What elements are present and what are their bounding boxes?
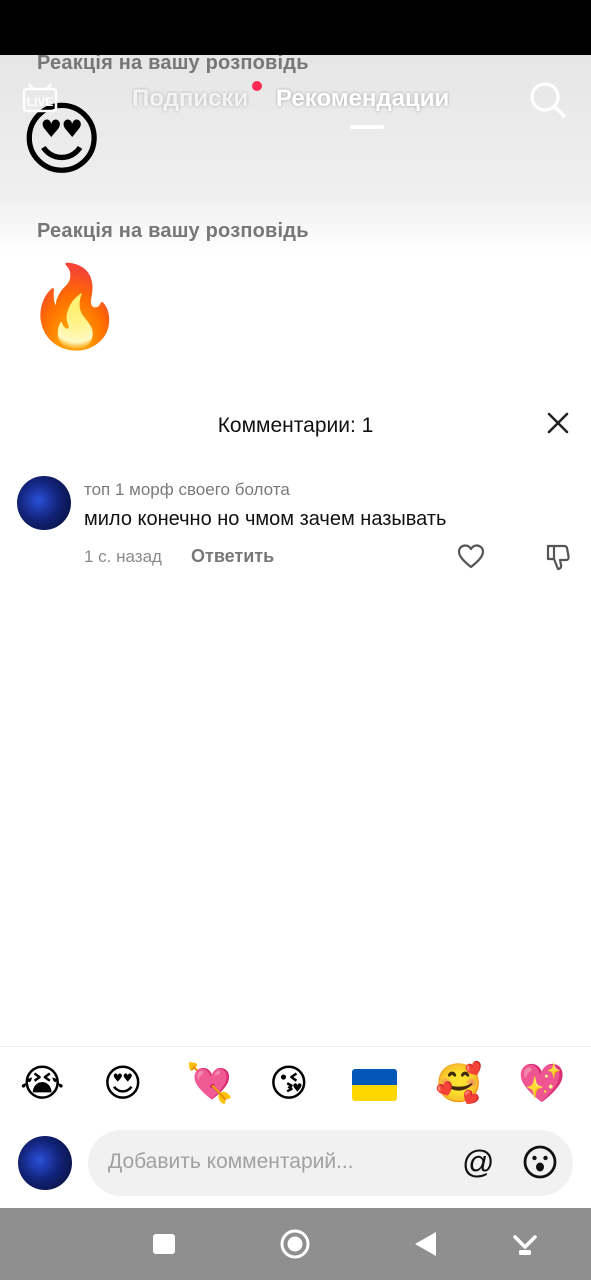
down-arrow-icon[interactable] bbox=[513, 1235, 537, 1255]
square-icon[interactable] bbox=[153, 1234, 175, 1254]
back-icon[interactable] bbox=[415, 1232, 436, 1256]
live-icon[interactable]: LIVE bbox=[22, 83, 60, 113]
flag-blue bbox=[352, 1069, 397, 1085]
emoji-icon[interactable] bbox=[522, 1144, 558, 1185]
search-icon[interactable] bbox=[528, 80, 568, 125]
mention-button[interactable]: @ bbox=[462, 1144, 494, 1181]
comments-title: Комментарии: 1 bbox=[217, 414, 374, 437]
quick-emoji-kiss[interactable]: 😘 bbox=[269, 1065, 309, 1103]
comment-time: 1 с. назад bbox=[84, 547, 162, 566]
active-tab-indicator bbox=[350, 125, 384, 129]
tab-recommended[interactable]: Рекомендации bbox=[276, 85, 449, 113]
avatar[interactable] bbox=[17, 476, 71, 530]
fire-emoji: 🔥 bbox=[25, 262, 125, 351]
reply-button[interactable]: Ответить bbox=[191, 546, 274, 567]
system-navigation-bar bbox=[0, 1208, 591, 1280]
quick-emoji-crying[interactable]: 😭 bbox=[20, 1065, 64, 1103]
comment-text: мило конечно но чмом зачем называть bbox=[84, 508, 447, 530]
tab-following[interactable]: Подписки bbox=[132, 85, 248, 113]
reaction-label: Реакція на вашу розповідь bbox=[37, 220, 309, 242]
circle-icon[interactable] bbox=[280, 1229, 310, 1259]
comment-input[interactable]: Добавить комментарий... @ bbox=[88, 1130, 573, 1196]
flag-yellow bbox=[352, 1085, 397, 1101]
comment-username[interactable]: топ 1 морф своего болота bbox=[84, 480, 290, 500]
divider bbox=[0, 1046, 591, 1047]
my-avatar[interactable] bbox=[18, 1136, 72, 1190]
comments-sheet: Комментарии: 1 топ 1 морф своего болота … bbox=[0, 392, 591, 1208]
close-icon[interactable] bbox=[545, 410, 571, 441]
comment-input-placeholder: Добавить комментарий... bbox=[108, 1150, 354, 1173]
live-label: LIVE bbox=[27, 95, 54, 109]
quick-emoji-heart-eyes[interactable]: 😍 bbox=[103, 1065, 143, 1103]
heart-icon[interactable] bbox=[457, 544, 485, 575]
notification-dot bbox=[252, 81, 262, 91]
quick-emoji-smiling-hearts[interactable]: 🥰 bbox=[435, 1065, 482, 1103]
quick-emoji-ukraine-flag[interactable] bbox=[352, 1069, 397, 1101]
status-bar bbox=[0, 0, 591, 55]
quick-emoji-sparkling-heart[interactable]: 💖 bbox=[518, 1065, 565, 1103]
quick-emoji-heart-arrow[interactable]: 💘 bbox=[186, 1065, 233, 1103]
top-navigation: LIVE Подписки Рекомендации bbox=[0, 55, 591, 140]
dislike-icon[interactable] bbox=[545, 544, 571, 577]
